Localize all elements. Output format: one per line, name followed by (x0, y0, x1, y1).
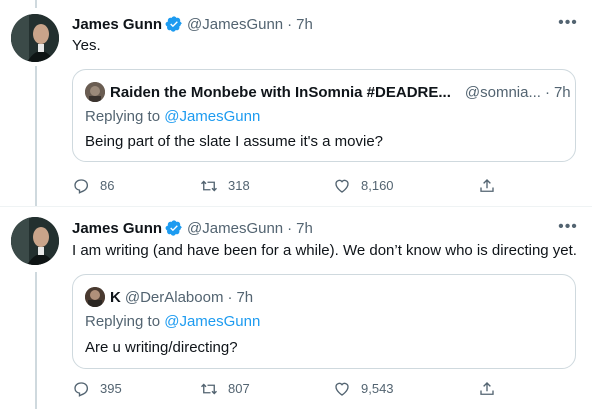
author-name[interactable]: James Gunn (72, 16, 162, 33)
timestamp[interactable]: 7h (296, 16, 313, 33)
reply-button[interactable]: 395 (72, 379, 122, 399)
verified-badge-icon (165, 219, 183, 237)
retweet-count: 807 (228, 381, 250, 396)
tweet[interactable]: James Gunn @JamesGunn · 7h ••• Yes. Raid… (0, 0, 592, 206)
tweet-text: I am writing (and have been for a while)… (72, 242, 577, 259)
retweet-count: 318 (228, 178, 250, 193)
retweet-button[interactable]: 318 (200, 176, 250, 196)
quoted-tweet[interactable]: K @DerAlaboom · 7h Replying to @JamesGun… (72, 274, 576, 369)
reply-count: 395 (100, 381, 122, 396)
quoted-text: Are u writing/directing? (85, 339, 238, 356)
quoted-avatar (85, 287, 105, 307)
like-count: 8,160 (361, 178, 394, 193)
author-handle[interactable]: @JamesGunn (187, 220, 283, 237)
replying-to-mention[interactable]: @JamesGunn (164, 108, 260, 125)
quoted-timestamp: 7h (236, 288, 254, 306)
reply-icon (74, 179, 89, 194)
retweet-icon (201, 383, 217, 395)
author-name[interactable]: James Gunn (72, 220, 162, 237)
heart-icon (335, 382, 349, 396)
retweet-icon (201, 180, 217, 192)
share-button[interactable] (478, 176, 506, 196)
quoted-author-name: Raiden the Monbebe with InSomnia #DEADRE… (110, 83, 451, 101)
more-options-icon[interactable]: ••• (558, 15, 578, 37)
quoted-avatar (85, 82, 105, 102)
separator: · (227, 288, 233, 306)
replying-to-prefix: Replying to (85, 108, 165, 125)
more-options-icon[interactable]: ••• (558, 219, 578, 241)
tweet-actions: 395 807 9,543 (72, 379, 496, 399)
share-icon (480, 382, 494, 395)
separator: · (287, 219, 293, 237)
quoted-text: Being part of the slate I assume it's a … (85, 133, 384, 150)
author-handle[interactable]: @JamesGunn (187, 16, 283, 33)
tweet-actions: 86 318 8,160 (72, 176, 496, 196)
like-button[interactable]: 8,160 (333, 176, 394, 196)
like-count: 9,543 (361, 381, 394, 396)
quoted-author-name: K (110, 288, 121, 306)
quoted-author-handle: @DerAlaboom (124, 288, 224, 306)
heart-icon (335, 179, 349, 193)
replying-to-mention[interactable]: @JamesGunn (164, 313, 260, 330)
tweet-text: Yes. (72, 37, 101, 54)
quoted-tweet[interactable]: Raiden the Monbebe with InSomnia #DEADRE… (72, 69, 576, 162)
like-button[interactable]: 9,543 (333, 379, 394, 399)
reply-count: 86 (100, 178, 115, 193)
replying-to: Replying to @JamesGunn (85, 108, 260, 125)
tweet[interactable]: James Gunn @JamesGunn · 7h ••• I am writ… (0, 207, 592, 409)
reply-icon (74, 382, 89, 397)
verified-badge-icon (165, 15, 183, 33)
reply-button[interactable]: 86 (72, 176, 114, 196)
separator: · (287, 15, 293, 33)
avatar[interactable] (11, 217, 59, 265)
quoted-timestamp: 7h (553, 83, 571, 101)
replying-to-prefix: Replying to (85, 313, 165, 330)
replying-to: Replying to @JamesGunn (85, 313, 260, 330)
retweet-button[interactable]: 807 (200, 379, 250, 399)
share-button[interactable] (478, 379, 506, 399)
quoted-author-handle: @somnia... (464, 83, 541, 101)
separator: · (544, 83, 550, 101)
avatar[interactable] (11, 14, 59, 62)
share-icon (480, 179, 494, 192)
timestamp[interactable]: 7h (296, 220, 313, 237)
